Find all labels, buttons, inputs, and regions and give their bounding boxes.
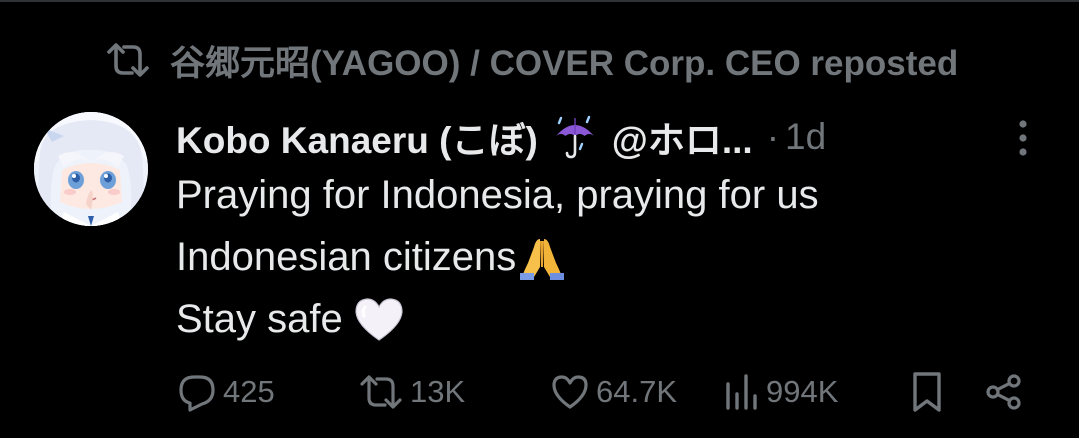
post-text-line: Indonesian citizens <box>176 226 1056 288</box>
user-handle[interactable]: @ホロ... <box>612 110 753 164</box>
repost-icon <box>104 40 152 80</box>
post-text-line-1: Praying for Indonesia, praying for us <box>176 173 819 217</box>
post-header: Kobo Kanaeru (こぼ) @ホロ... · 1d <box>176 108 966 166</box>
heart-icon <box>550 372 590 412</box>
views-chart-icon <box>724 372 760 412</box>
umbrella-with-rain-emoji <box>552 114 598 160</box>
more-options-button[interactable] <box>1008 114 1038 162</box>
post-timestamp[interactable]: 1d <box>785 116 826 158</box>
share-button[interactable] <box>984 364 1024 420</box>
like-button[interactable]: 64.7K <box>550 364 677 420</box>
views-count: 994K <box>766 374 839 409</box>
bookmark-icon <box>910 370 944 414</box>
post-text: Praying for Indonesia, praying for us In… <box>176 164 1056 350</box>
post-text-line: Stay safe <box>176 288 1056 350</box>
repost-action-icon <box>358 372 404 412</box>
white-heart-emoji <box>353 295 405 343</box>
reply-button[interactable]: 425 <box>177 364 275 420</box>
share-icon <box>984 372 1024 412</box>
views-button[interactable]: 994K <box>724 364 838 420</box>
reply-count: 425 <box>223 374 275 409</box>
top-divider <box>0 0 1079 2</box>
action-bar: 425 13K 64.7K 994K <box>0 364 1079 420</box>
bookmark-button[interactable] <box>910 364 944 420</box>
reply-icon <box>177 372 217 412</box>
repost-context[interactable]: 谷郷元昭(YAGOO) / COVER Corp. CEO reposted <box>104 32 958 88</box>
post-text-line-3: Stay safe <box>176 297 343 341</box>
repost-button[interactable]: 13K <box>358 364 465 420</box>
post-text-line: Praying for Indonesia, praying for us <box>176 164 1056 226</box>
separator-dot: · <box>766 116 780 157</box>
repost-context-text: 谷郷元昭(YAGOO) / COVER Corp. CEO reposted <box>170 43 959 83</box>
more-vertical-icon <box>1019 120 1027 156</box>
post-text-line-2: Indonesian citizens <box>176 235 517 279</box>
like-count: 64.7K <box>596 374 678 409</box>
folded-hands-emoji <box>518 233 566 281</box>
avatar[interactable] <box>34 112 148 226</box>
repost-count: 13K <box>410 374 466 409</box>
display-name[interactable]: Kobo Kanaeru (こぼ) <box>176 110 538 164</box>
